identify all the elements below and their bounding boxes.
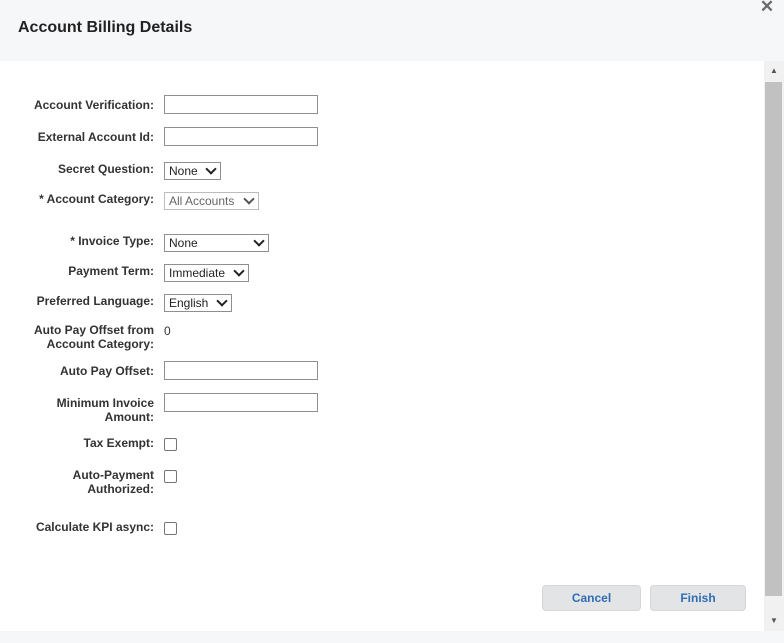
scroll-down-icon[interactable]: ▼: [764, 611, 784, 631]
form-content: Account Verification: External Account I…: [0, 61, 764, 631]
auto-payment-authorized-checkbox[interactable]: [164, 470, 177, 483]
chevron-down-icon: [216, 295, 228, 307]
secret-question-label: Secret Question:: [57, 162, 154, 176]
payment-term-row: Payment Term: Immediate: [0, 264, 764, 282]
tax-exempt-checkbox[interactable]: [164, 438, 177, 451]
dialog-title: Account Billing Details: [18, 19, 193, 36]
chevron-down-icon: [233, 265, 245, 277]
auto-pay-offset-label: Auto Pay Offset:: [59, 364, 154, 378]
invoice-type-row: * Invoice Type: None: [0, 234, 764, 252]
invoice-type-select[interactable]: None: [164, 234, 269, 252]
external-account-id-input[interactable]: [164, 127, 318, 146]
finish-button[interactable]: Finish: [650, 585, 746, 611]
close-icon[interactable]: ✕: [758, 0, 776, 16]
scroll-up-icon[interactable]: ▲: [764, 61, 784, 81]
chevron-down-icon: [253, 235, 265, 247]
label-line: Auto-Payment: [72, 468, 154, 482]
account-category-value: All Accounts: [169, 194, 235, 208]
label-line: Minimum Invoice: [56, 396, 154, 410]
secret-question-value: None: [169, 164, 198, 178]
label-line: Amount:: [104, 410, 154, 424]
secret-question-row: Secret Question: None: [0, 162, 764, 180]
account-category-label: * Account Category:: [39, 192, 154, 206]
auto-pay-offset-from-category-label: Auto Pay Offset from Account Category:: [4, 323, 154, 351]
preferred-language-label: Preferred Language:: [36, 294, 154, 308]
preferred-language-row: Preferred Language: English: [0, 294, 764, 312]
label-line: Authorized:: [87, 482, 154, 496]
auto-pay-offset-input[interactable]: [164, 361, 318, 380]
auto-pay-offset-from-category-value: 0: [164, 324, 171, 338]
minimum-invoice-amount-label: Minimum Invoice Amount:: [4, 396, 154, 424]
dialog-footer: [0, 631, 784, 643]
invoice-type-value: None: [169, 236, 198, 250]
cancel-button[interactable]: Cancel: [542, 585, 641, 611]
tax-exempt-label: Tax Exempt:: [83, 436, 154, 450]
chevron-down-icon: [243, 193, 255, 205]
preferred-language-value: English: [169, 296, 209, 310]
account-category-row: * Account Category: All Accounts: [0, 192, 764, 210]
external-account-id-label: External Account Id:: [37, 130, 154, 144]
calculate-kpi-async-label: Calculate KPI async:: [35, 520, 154, 534]
scroll-thumb[interactable]: [765, 82, 782, 596]
calculate-kpi-async-checkbox[interactable]: [164, 522, 177, 535]
dialog-header: Account Billing Details ✕: [0, 0, 784, 61]
label-line: Auto Pay Offset from: [33, 323, 154, 337]
account-verification-input[interactable]: [164, 95, 318, 114]
preferred-language-select[interactable]: English: [164, 294, 232, 312]
vertical-scrollbar[interactable]: ▲ ▼: [764, 61, 784, 631]
account-category-select[interactable]: All Accounts: [164, 192, 259, 210]
invoice-type-label: * Invoice Type:: [70, 234, 154, 248]
payment-term-select[interactable]: Immediate: [164, 264, 249, 282]
payment-term-value: Immediate: [169, 266, 226, 280]
account-verification-label: Account Verification:: [33, 98, 154, 112]
chevron-down-icon: [205, 163, 217, 175]
secret-question-select[interactable]: None: [164, 162, 221, 180]
label-line: Account Category:: [46, 337, 154, 351]
payment-term-label: Payment Term:: [68, 264, 154, 278]
auto-payment-authorized-label: Auto-Payment Authorized:: [4, 468, 154, 496]
minimum-invoice-amount-input[interactable]: [164, 393, 318, 412]
